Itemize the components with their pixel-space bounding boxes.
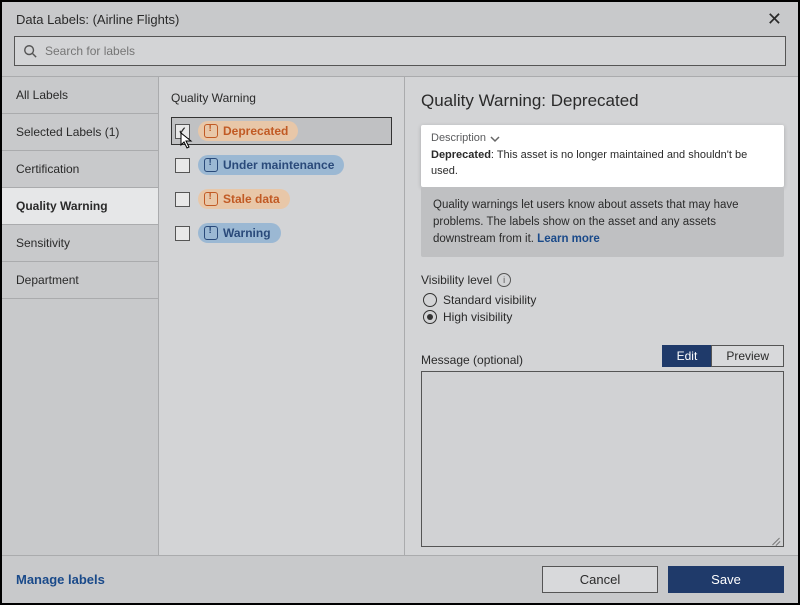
badge-stale-data[interactable]: Stale data bbox=[198, 189, 290, 209]
sidebar-item-sensitivity[interactable]: Sensitivity bbox=[2, 225, 158, 262]
message-label: Message (optional) bbox=[421, 353, 523, 367]
warning-icon bbox=[204, 158, 218, 172]
dialog-titlebar: Data Labels: (Airline Flights) ✕ bbox=[2, 2, 798, 34]
dialog-title: Data Labels: (Airline Flights) bbox=[16, 12, 179, 27]
info-icon[interactable]: i bbox=[497, 273, 511, 287]
radio-high-visibility[interactable]: High visibility bbox=[423, 310, 784, 324]
search-icon bbox=[23, 44, 37, 58]
badge-label: Under maintenance bbox=[223, 158, 334, 172]
warning-icon bbox=[204, 226, 218, 240]
dialog-body: All Labels Selected Labels (1) Certifica… bbox=[2, 76, 798, 555]
info-box: Quality warnings let users know about as… bbox=[421, 187, 784, 257]
footer-buttons: Cancel Save bbox=[542, 566, 784, 593]
resize-grip-icon[interactable] bbox=[771, 534, 781, 544]
sidebar-item-department[interactable]: Department bbox=[2, 262, 158, 299]
message-section: Message (optional) Edit Preview bbox=[421, 345, 784, 547]
label-row-deprecated[interactable]: Deprecated bbox=[171, 117, 392, 145]
badge-label: Warning bbox=[223, 226, 271, 240]
radio-label: High visibility bbox=[443, 310, 512, 324]
badge-warning[interactable]: Warning bbox=[198, 223, 281, 243]
category-sidebar: All Labels Selected Labels (1) Certifica… bbox=[2, 77, 159, 555]
badge-label: Deprecated bbox=[223, 124, 288, 138]
manage-labels-link[interactable]: Manage labels bbox=[16, 572, 105, 587]
label-list-column: Quality Warning Deprecated Under mainten… bbox=[159, 77, 405, 555]
message-header: Message (optional) Edit Preview bbox=[421, 345, 784, 367]
visibility-section: Visibility level i Standard visibility H… bbox=[421, 273, 784, 327]
label-row-stale-data[interactable]: Stale data bbox=[171, 185, 392, 213]
dialog-footer: Manage labels Cancel Save bbox=[2, 555, 798, 603]
checkbox-warning[interactable] bbox=[175, 226, 190, 241]
badge-label: Stale data bbox=[223, 192, 280, 206]
description-toggle[interactable]: Description bbox=[431, 131, 774, 146]
sidebar-item-certification[interactable]: Certification bbox=[2, 151, 158, 188]
checkbox-deprecated[interactable] bbox=[175, 124, 190, 139]
description-name: Deprecated bbox=[431, 149, 491, 161]
detail-title: Quality Warning: Deprecated bbox=[421, 91, 784, 111]
badge-deprecated[interactable]: Deprecated bbox=[198, 121, 298, 141]
badge-under-maintenance[interactable]: Under maintenance bbox=[198, 155, 344, 175]
warning-icon bbox=[204, 192, 218, 206]
warning-icon bbox=[204, 124, 218, 138]
tab-preview[interactable]: Preview bbox=[711, 345, 784, 367]
message-textarea[interactable] bbox=[421, 371, 784, 547]
description-card: Description Deprecated: This asset is no… bbox=[421, 125, 784, 187]
tab-edit[interactable]: Edit bbox=[662, 345, 712, 367]
data-labels-dialog: Data Labels: (Airline Flights) ✕ All Lab… bbox=[0, 0, 800, 605]
visibility-label: Visibility level bbox=[421, 273, 492, 287]
visibility-header: Visibility level i bbox=[421, 273, 784, 287]
learn-more-link[interactable]: Learn more bbox=[537, 233, 600, 245]
checkbox-stale-data[interactable] bbox=[175, 192, 190, 207]
save-button[interactable]: Save bbox=[668, 566, 784, 593]
search-input[interactable] bbox=[43, 43, 777, 59]
radio-icon bbox=[423, 310, 437, 324]
description-label: Description bbox=[431, 131, 486, 146]
close-icon[interactable]: ✕ bbox=[763, 10, 786, 28]
message-tabs: Edit Preview bbox=[662, 345, 784, 367]
label-row-warning[interactable]: Warning bbox=[171, 219, 392, 247]
radio-label: Standard visibility bbox=[443, 293, 536, 307]
cancel-button[interactable]: Cancel bbox=[542, 566, 658, 593]
search-field[interactable] bbox=[14, 36, 786, 66]
chevron-down-icon bbox=[490, 134, 500, 144]
label-row-under-maintenance[interactable]: Under maintenance bbox=[171, 151, 392, 179]
sidebar-item-quality-warning[interactable]: Quality Warning bbox=[2, 188, 158, 225]
sidebar-item-all-labels[interactable]: All Labels bbox=[2, 77, 158, 114]
radio-standard-visibility[interactable]: Standard visibility bbox=[423, 293, 784, 307]
sidebar-item-selected-labels[interactable]: Selected Labels (1) bbox=[2, 114, 158, 151]
radio-icon bbox=[423, 293, 437, 307]
detail-pane: Quality Warning: Deprecated Description … bbox=[405, 77, 798, 555]
checkbox-under-maintenance[interactable] bbox=[175, 158, 190, 173]
label-list-heading: Quality Warning bbox=[171, 91, 392, 105]
description-body: Deprecated: This asset is no longer main… bbox=[431, 148, 774, 179]
